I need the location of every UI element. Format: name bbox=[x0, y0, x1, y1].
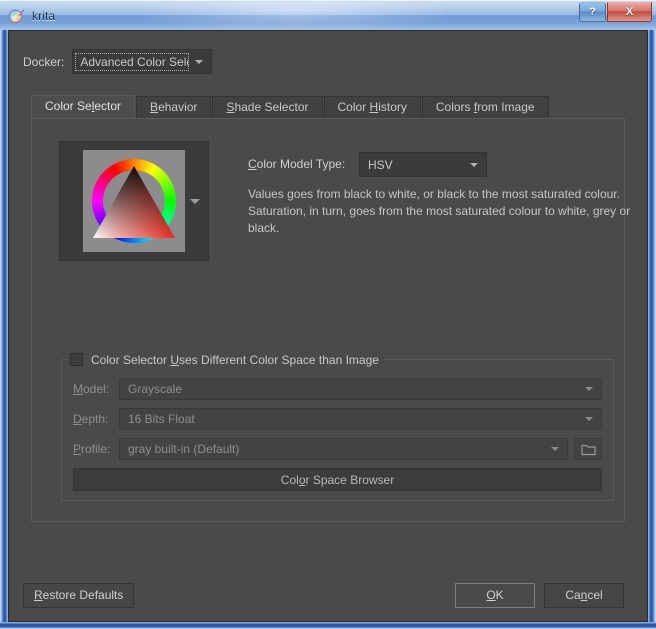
docker-row: Docker: Advanced Color Selector bbox=[9, 31, 647, 74]
tab-behavior[interactable]: Behavior bbox=[136, 96, 212, 118]
window-border-right bbox=[648, 30, 656, 629]
tab-panel-color-selector: Color Model Type: HSV Values goes from b… bbox=[31, 118, 630, 522]
docker-label: Docker: bbox=[23, 54, 65, 69]
tab-shade-selector[interactable]: Shade Selector bbox=[212, 96, 323, 118]
color-space-group-title: Color Selector Uses Different Color Spac… bbox=[68, 350, 384, 369]
color-space-browser-button[interactable]: Col o r Space Browser bbox=[73, 468, 602, 491]
color-model-description: Values goes from black to white, or blac… bbox=[248, 187, 631, 235]
model-value: Grayscale bbox=[128, 382, 183, 396]
cancel-button[interactable]: Ca n cel bbox=[544, 582, 624, 608]
profile-row: Profile: gray built-in (Default) bbox=[73, 438, 602, 460]
chevron-down-icon bbox=[585, 387, 593, 391]
folder-icon bbox=[580, 444, 596, 455]
model-label: Model: bbox=[73, 382, 110, 396]
depth-row: Depth: 16 Bits Float bbox=[73, 408, 602, 430]
model-row: Model: Grayscale bbox=[73, 378, 602, 400]
use-different-color-space-label: Color Selector Uses Different Color Spac… bbox=[91, 352, 379, 367]
window-title: krita bbox=[32, 8, 56, 23]
color-space-group: Color Selector Uses Different Color Spac… bbox=[61, 350, 614, 501]
profile-browse-button[interactable] bbox=[574, 438, 602, 460]
dialog-button-bar: Restore Defaults OK Ca n cel bbox=[9, 569, 647, 621]
title-bar: krita ? X bbox=[0, 0, 656, 30]
tab-colors-from-image[interactable]: Colors from Image bbox=[421, 96, 549, 118]
tab-color-history[interactable]: Color History bbox=[323, 96, 421, 118]
depth-label: Depth: bbox=[73, 412, 109, 426]
tab-color-selector[interactable]: Color Selector bbox=[31, 95, 136, 118]
profile-select[interactable]: gray built-in (Default) bbox=[119, 438, 568, 460]
color-wheel-icon bbox=[83, 150, 185, 252]
use-different-color-space-checkbox[interactable] bbox=[70, 353, 83, 366]
window-border-left bbox=[0, 30, 8, 629]
chevron-down-icon bbox=[195, 59, 204, 64]
color-model-type-label: Color Model Type: bbox=[248, 157, 346, 171]
color-selector-preview[interactable] bbox=[59, 141, 209, 261]
depth-select[interactable]: 16 Bits Float bbox=[119, 408, 602, 430]
ok-button[interactable]: OK bbox=[455, 582, 535, 608]
chevron-down-icon bbox=[585, 417, 593, 421]
close-button[interactable]: X bbox=[607, 2, 652, 22]
settings-dialog-body: Docker: Advanced Color Selector Color Se… bbox=[8, 30, 648, 622]
color-model-type-value: HSV bbox=[368, 157, 393, 172]
chevron-down-icon bbox=[470, 162, 478, 167]
model-select[interactable]: Grayscale bbox=[119, 378, 602, 400]
docker-select[interactable]: Advanced Color Selector bbox=[72, 49, 213, 74]
chevron-down-icon bbox=[551, 447, 559, 451]
krita-settings-window: krita ? X Docker: Advanced Color Selecto… bbox=[0, 0, 656, 629]
profile-label: Profile: bbox=[73, 442, 111, 456]
krita-logo-icon bbox=[8, 7, 25, 24]
color-model-type-select[interactable]: HSV bbox=[359, 152, 487, 177]
tab-bar: Color Selector Behavior Shade Selector C… bbox=[31, 95, 647, 118]
help-button[interactable]: ? bbox=[579, 2, 606, 22]
window-controls: ? X bbox=[579, 2, 652, 22]
chevron-down-icon[interactable] bbox=[190, 199, 200, 204]
window-border-bottom bbox=[0, 622, 656, 629]
docker-select-value: Advanced Color Selector bbox=[75, 52, 190, 71]
depth-value: 16 Bits Float bbox=[128, 412, 195, 426]
profile-value: gray built-in (Default) bbox=[128, 442, 240, 456]
restore-defaults-button[interactable]: Restore Defaults bbox=[23, 582, 135, 608]
